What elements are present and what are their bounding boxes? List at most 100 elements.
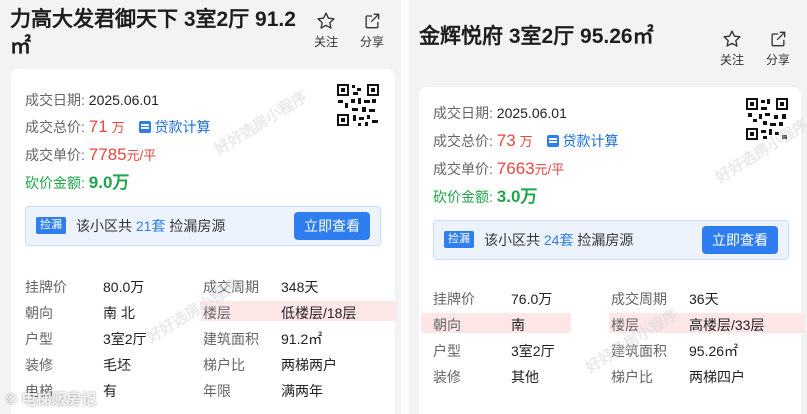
detail-key: 成交周期 — [611, 291, 667, 307]
detail-key: 楼层 — [203, 305, 231, 321]
total-price-unit: 万 — [519, 134, 533, 149]
deal-date-value: 2025.06.01 — [88, 92, 159, 108]
detail-key: 成交周期 — [203, 279, 259, 295]
bargain-text-a: 该小区共 — [76, 218, 132, 234]
deal-card: 成交日期: 2025.06.01 成交总价: 71 万 贷款计算 成交单价: 7… — [11, 69, 397, 414]
unit-price-line: 成交单价: 7663元/平 — [433, 159, 564, 179]
detail-key: 装修 — [433, 369, 461, 385]
unit-price-value: 7785 — [88, 145, 127, 164]
deal-card: 成交日期: 2025.06.01 成交总价: 73 万 贷款计算 成交单价: 7… — [419, 87, 805, 414]
detail-value: 其他 — [511, 369, 539, 385]
qr-code-icon[interactable] — [336, 83, 380, 127]
bargain-text-b: 捡漏房源 — [577, 232, 634, 248]
star-icon — [723, 30, 741, 47]
total-price-value: 73 — [496, 131, 516, 150]
follow-button[interactable]: 关注 — [720, 29, 744, 68]
detail-key: 挂牌价 — [433, 291, 475, 307]
qr-code-icon[interactable] — [745, 97, 789, 141]
unit-price-unit: 元/平 — [126, 148, 157, 163]
unit-price-value: 7663 — [496, 159, 535, 178]
detail-value: 有 — [103, 383, 117, 399]
listing-panel-left: 力高大发君御天下 3室2厅 91.2㎡ 关注 分享 成交日期: 2025.06.… — [0, 0, 401, 414]
detail-value: 两梯四户 — [689, 369, 745, 385]
detail-key: 梯户比 — [611, 369, 653, 385]
detail-value: 91.2㎡ — [281, 331, 323, 347]
share-button[interactable]: 分享 — [766, 29, 790, 68]
total-price-unit: 万 — [111, 120, 125, 135]
detail-key: 户型 — [25, 331, 53, 347]
detail-key: 楼层 — [611, 317, 639, 333]
detail-value: 南 — [511, 317, 525, 333]
cut-amount-line: 砍价金额: 3.0万 — [433, 187, 537, 207]
cut-amount-value: 3.0万 — [496, 187, 538, 206]
detail-key: 建筑面积 — [203, 331, 259, 347]
bargain-message: 该小区共 24套 捡漏房源 — [484, 230, 633, 250]
detail-value: 348天 — [281, 279, 319, 295]
detail-key: 朝向 — [25, 305, 53, 321]
detail-key: 装修 — [25, 357, 53, 373]
bargain-text-a: 该小区共 — [484, 232, 540, 248]
share-label: 分享 — [766, 53, 791, 67]
detail-value: 36天 — [689, 291, 719, 307]
share-button[interactable]: 分享 — [360, 11, 384, 50]
view-now-button[interactable]: 立即查看 — [702, 226, 778, 254]
cut-amount-label: 砍价金额: — [25, 175, 85, 191]
listing-title: 力高大发君御天下 3室2厅 91.2㎡ — [10, 8, 296, 58]
star-icon — [317, 12, 335, 29]
detail-value: 95.26㎡ — [689, 343, 739, 359]
view-now-button[interactable]: 立即查看 — [294, 212, 370, 240]
loan-calc-link[interactable]: 贷款计算 — [546, 131, 619, 151]
unit-price-label: 成交单价: — [433, 161, 493, 177]
bargain-text-b: 捡漏房源 — [169, 218, 226, 234]
total-price-line: 成交总价: 71 万 贷款计算 — [25, 117, 211, 137]
follow-button[interactable]: 关注 — [314, 11, 338, 50]
panel-divider — [401, 0, 409, 414]
cut-amount-value: 9.0万 — [88, 173, 130, 192]
deal-date-value: 2025.06.01 — [496, 105, 567, 121]
share-icon — [771, 31, 786, 47]
detail-value: 毛坯 — [103, 357, 131, 373]
detail-value: 3室2厅 — [511, 343, 555, 359]
cut-amount-line: 砍价金额: 9.0万 — [25, 173, 129, 193]
loan-calc-label: 贷款计算 — [562, 133, 619, 149]
unit-price-unit: 元/平 — [534, 162, 565, 177]
share-label: 分享 — [360, 35, 385, 49]
loan-calc-link[interactable]: 贷款计算 — [138, 117, 211, 137]
deal-date-label: 成交日期: — [433, 105, 493, 121]
deal-date-line: 成交日期: 2025.06.01 — [433, 103, 567, 123]
follow-label: 关注 — [720, 53, 745, 67]
bargain-message: 该小区共 21套 捡漏房源 — [76, 216, 225, 236]
detail-value: 满两年 — [281, 383, 323, 399]
follow-label: 关注 — [314, 35, 339, 49]
deal-date-label: 成交日期: — [25, 92, 85, 108]
detail-value: 76.0万 — [511, 291, 553, 307]
bargain-count: 24套 — [543, 232, 574, 248]
detail-value: 高楼层/33层 — [689, 317, 765, 333]
detail-key: 梯户比 — [203, 357, 245, 373]
cut-amount-label: 砍价金额: — [433, 189, 493, 205]
bargain-tag: 捡漏 — [444, 231, 474, 248]
share-icon — [365, 13, 380, 29]
detail-key: 建筑面积 — [611, 343, 667, 359]
deal-date-line: 成交日期: 2025.06.01 — [25, 90, 159, 110]
bargain-tag: 捡漏 — [36, 217, 66, 234]
unit-price-line: 成交单价: 7785元/平 — [25, 145, 156, 165]
detail-value: 南 北 — [103, 305, 135, 321]
calculator-icon — [546, 135, 559, 147]
detail-key: 户型 — [433, 343, 461, 359]
unit-price-label: 成交单价: — [25, 147, 85, 163]
bargain-count: 21套 — [135, 218, 166, 234]
loan-calc-label: 贷款计算 — [154, 119, 211, 135]
corner-watermark: © 电梯贩房记 — [6, 391, 97, 408]
detail-key: 挂牌价 — [25, 279, 67, 295]
detail-value: 80.0万 — [103, 279, 145, 295]
detail-value: 3室2厅 — [103, 331, 147, 347]
listing-title: 金辉悦府 3室2厅 95.26㎡ — [419, 25, 654, 48]
calculator-icon — [138, 121, 151, 133]
total-price-value: 71 — [88, 117, 108, 136]
bargain-banner: 捡漏 该小区共 21套 捡漏房源 立即查看 — [25, 206, 381, 246]
total-price-label: 成交总价: — [25, 119, 85, 135]
total-price-label: 成交总价: — [433, 133, 493, 149]
bargain-banner: 捡漏 该小区共 24套 捡漏房源 立即查看 — [433, 220, 789, 260]
detail-key: 朝向 — [433, 317, 461, 333]
